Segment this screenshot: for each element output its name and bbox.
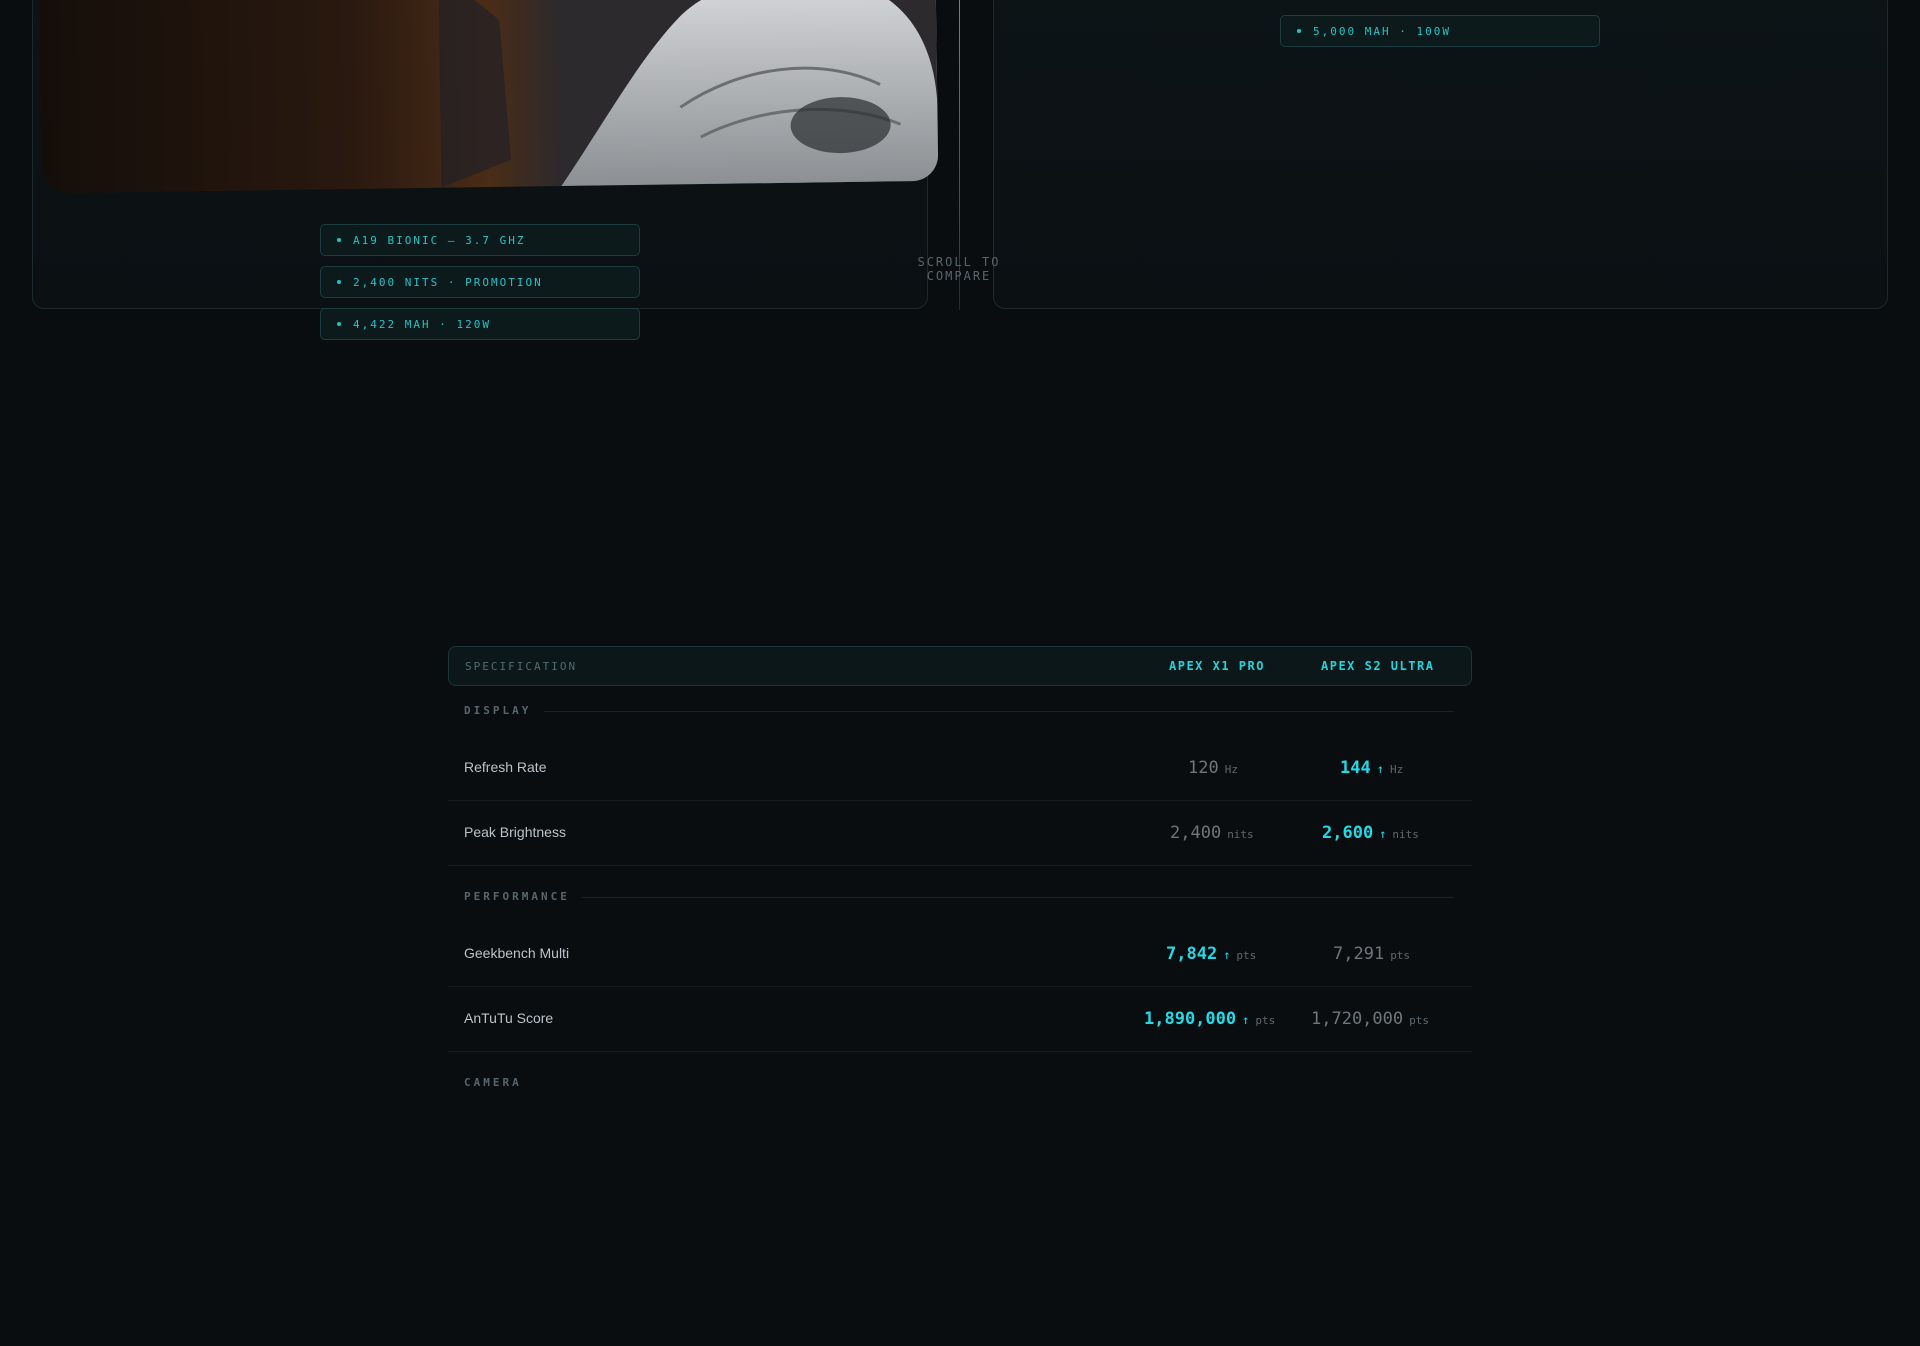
- table-row: Geekbench Multi 7,842 ↑ pts 7,291 pts: [448, 921, 1472, 987]
- table-header: SPECIFICATION APEX X1 PRO APEX S2 ULTRA: [448, 646, 1472, 686]
- bullet-icon: [337, 280, 341, 284]
- section-rule: [582, 897, 1454, 898]
- spec-chip-display: 2,400 NITS · PROMOTION: [320, 266, 640, 298]
- section-rule: [544, 711, 1454, 712]
- value-s2: 7,291 pts: [1333, 944, 1411, 964]
- value-x1: 1,890,000 ↑ pts: [1144, 1009, 1276, 1029]
- row-label: AnTuTu Score: [464, 1010, 554, 1026]
- up-arrow-icon: ↑: [1242, 1013, 1250, 1027]
- table-row: Peak Brightness 2,400 nits 2,600 ↑ nits: [448, 800, 1472, 866]
- row-label: Refresh Rate: [464, 759, 547, 775]
- spec-comparison-table: SPECIFICATION APEX X1 PRO APEX S2 ULTRA …: [448, 646, 1472, 1089]
- bullet-icon: [337, 238, 341, 242]
- spec-chip-right-battery: 5,000 MAH · 100W: [1280, 15, 1600, 47]
- header-col-s2[interactable]: APEX S2 ULTRA: [1321, 659, 1434, 673]
- section-title-camera: CAMERA: [464, 1076, 522, 1089]
- bullet-icon: [1297, 29, 1301, 33]
- product-image: [38, 0, 939, 194]
- table-row: AnTuTu Score 1,890,000 ↑ pts 1,720,000 pts: [448, 986, 1472, 1052]
- header-col-x1[interactable]: APEX X1 PRO: [1169, 659, 1265, 673]
- up-arrow-icon: ↑: [1376, 762, 1384, 776]
- row-label: Geekbench Multi: [464, 945, 570, 961]
- bullet-icon: [337, 322, 341, 326]
- section-title-display: DISPLAY: [464, 704, 532, 717]
- spec-chip-chip: A19 BIONIC — 3.7 GHZ: [320, 224, 640, 256]
- scroll-hint: SCROLL TO COMPARE: [917, 255, 1001, 283]
- up-arrow-icon: ↑: [1379, 827, 1387, 841]
- value-s2: 1,720,000 pts: [1311, 1009, 1429, 1029]
- value-x1: 2,400 nits: [1170, 823, 1254, 843]
- spec-chip-battery: 4,422 MAH · 120W: [320, 308, 640, 340]
- row-label: Peak Brightness: [464, 824, 566, 840]
- value-s2: 2,600 ↑ nits: [1322, 823, 1419, 843]
- up-arrow-icon: ↑: [1223, 948, 1231, 962]
- value-s2: 144 ↑ Hz: [1340, 758, 1404, 778]
- section-title-performance: PERFORMANCE: [464, 890, 570, 903]
- header-label: SPECIFICATION: [465, 659, 578, 673]
- value-x1: 120 Hz: [1188, 758, 1238, 778]
- table-row: Refresh Rate 120 Hz 144 ↑ Hz: [448, 735, 1472, 801]
- value-x1: 7,842 ↑ pts: [1166, 944, 1257, 964]
